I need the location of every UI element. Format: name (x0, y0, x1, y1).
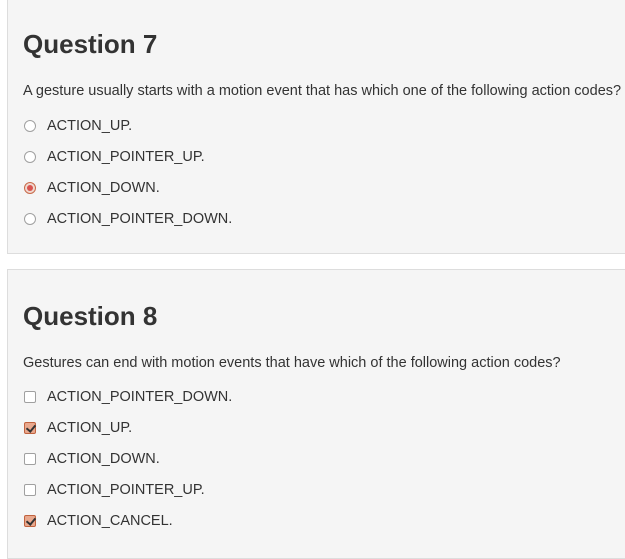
question-title: Question 7 (23, 29, 158, 59)
checkbox[interactable] (24, 391, 36, 403)
answer-label: ACTION_POINTER_DOWN. (47, 389, 233, 405)
radio-button[interactable] (24, 213, 36, 225)
answer-label: ACTION_CANCEL. (47, 513, 173, 529)
answer-option-action-pointer-up[interactable]: ACTION_POINTER_UP. (24, 147, 205, 167)
question-8-panel: Question 8 Gestures can end with motion … (7, 269, 625, 559)
answer-label: ACTION_POINTER_UP. (47, 482, 205, 498)
answer-option-action-down[interactable]: ACTION_DOWN. (24, 178, 160, 198)
checkbox-checked[interactable] (24, 422, 36, 434)
question-text: Gestures can end with motion events that… (23, 355, 561, 371)
answer-label: ACTION_UP. (47, 118, 133, 134)
radio-button[interactable] (24, 151, 36, 163)
answer-label: ACTION_DOWN. (47, 180, 160, 196)
radio-button[interactable] (24, 120, 36, 132)
question-title: Question 8 (23, 301, 158, 331)
checkbox[interactable] (24, 484, 36, 496)
question-7-panel: Question 7 A gesture usually starts with… (7, 0, 625, 254)
answer-label: ACTION_UP. (47, 420, 133, 436)
checkbox-checked[interactable] (24, 515, 36, 527)
question-text: A gesture usually starts with a motion e… (23, 83, 622, 99)
answer-label: ACTION_DOWN. (47, 451, 160, 467)
answer-option-action-pointer-down[interactable]: ACTION_POINTER_DOWN. (24, 387, 232, 407)
radio-button-selected[interactable] (24, 182, 36, 194)
answer-option-action-up[interactable]: ACTION_UP. (24, 116, 132, 136)
answer-option-action-cancel[interactable]: ACTION_CANCEL. (24, 511, 173, 531)
answer-option-action-pointer-down[interactable]: ACTION_POINTER_DOWN. (24, 209, 232, 229)
answer-option-action-up[interactable]: ACTION_UP. (24, 418, 132, 438)
answer-label: ACTION_POINTER_UP. (47, 149, 205, 165)
checkbox[interactable] (24, 453, 36, 465)
answer-option-action-pointer-up[interactable]: ACTION_POINTER_UP. (24, 480, 205, 500)
answer-option-action-down[interactable]: ACTION_DOWN. (24, 449, 160, 469)
answer-label: ACTION_POINTER_DOWN. (47, 211, 233, 227)
